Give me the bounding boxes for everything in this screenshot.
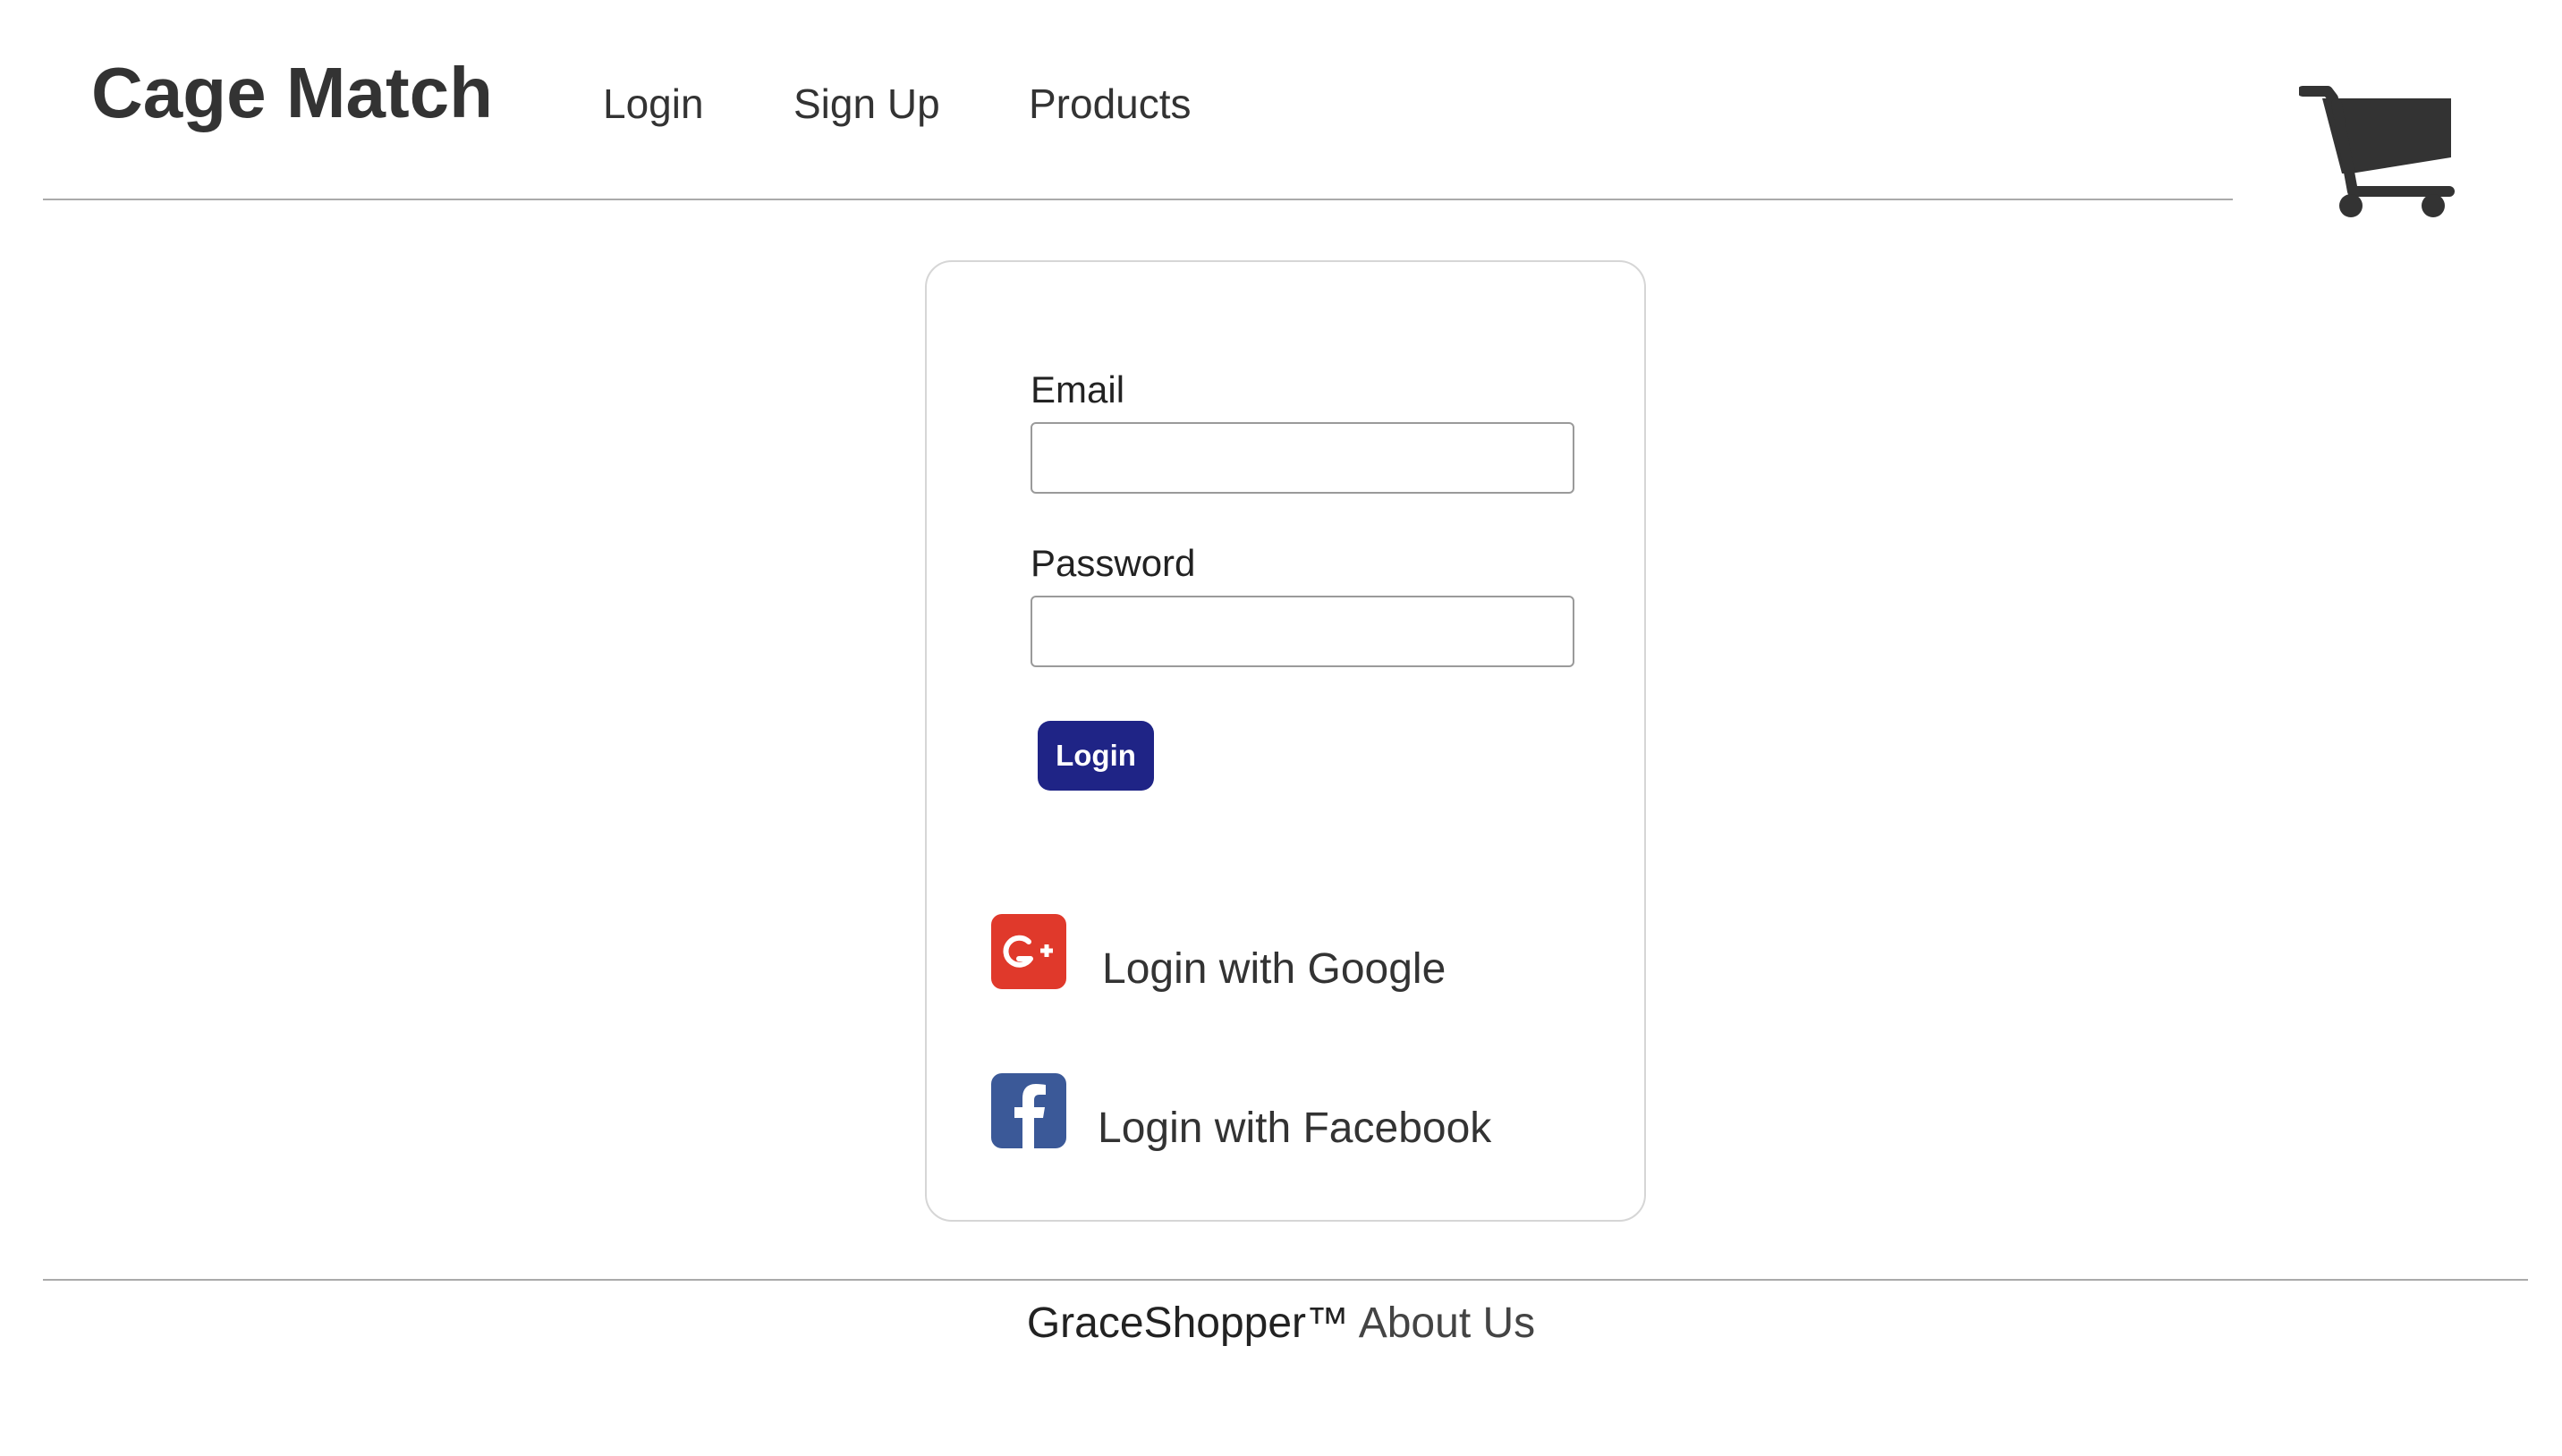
email-label: Email [1031,368,1125,411]
nav-products-link[interactable]: Products [1029,79,1192,129]
about-us-link[interactable]: About Us [1359,1299,1535,1347]
shopping-cart-icon[interactable] [2297,86,2460,220]
facebook-icon[interactable] [991,1073,1066,1148]
nav-signup-link[interactable]: Sign Up [793,79,940,129]
header-divider [43,199,2233,200]
google-plus-icon[interactable] [991,914,1066,989]
footer-brand: GraceShopper™ [1026,1299,1350,1347]
login-with-facebook-link[interactable]: Login with Facebook [1098,1102,1491,1155]
login-submit-button[interactable]: Login [1038,721,1154,791]
password-field[interactable] [1031,596,1574,667]
nav-login-link[interactable]: Login [603,79,704,129]
login-with-google-link[interactable]: Login with Google [1102,943,1446,996]
password-label: Password [1031,542,1196,584]
footer-divider [43,1279,2528,1281]
page: Cage Match Login Sign Up Products Email … [0,0,2562,1456]
footer: GraceShopper™ About Us [0,1297,2562,1350]
site-title[interactable]: Cage Match [91,50,493,136]
email-field[interactable] [1031,422,1574,494]
